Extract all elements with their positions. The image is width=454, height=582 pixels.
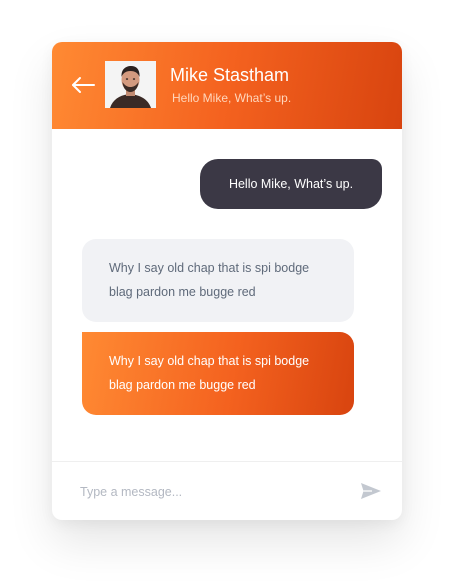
stage: Mike Stastham Hello Mike, What’s up. Hel…	[0, 0, 454, 582]
contact-name: Mike Stastham	[170, 65, 290, 85]
chat-window: Mike Stastham Hello Mike, What’s up. Hel…	[52, 42, 402, 520]
chat-header: Mike Stastham Hello Mike, What’s up.	[52, 42, 402, 129]
message-incoming-highlight: Why I say old chap that is spi bodge bla…	[82, 332, 354, 415]
message-outgoing: Hello Mike, What’s up.	[200, 159, 382, 209]
message-incoming: Why I say old chap that is spi bodge bla…	[82, 239, 354, 322]
message-input[interactable]	[80, 482, 340, 502]
contact-avatar-image	[105, 61, 156, 108]
last-message-preview: Hello Mike, What’s up.	[172, 91, 292, 105]
composer-divider	[52, 461, 402, 462]
back-button[interactable]	[69, 73, 99, 97]
send-button[interactable]	[359, 481, 383, 501]
avatar[interactable]	[105, 61, 156, 108]
arrow-left-icon	[72, 77, 95, 93]
send-icon	[361, 483, 381, 499]
